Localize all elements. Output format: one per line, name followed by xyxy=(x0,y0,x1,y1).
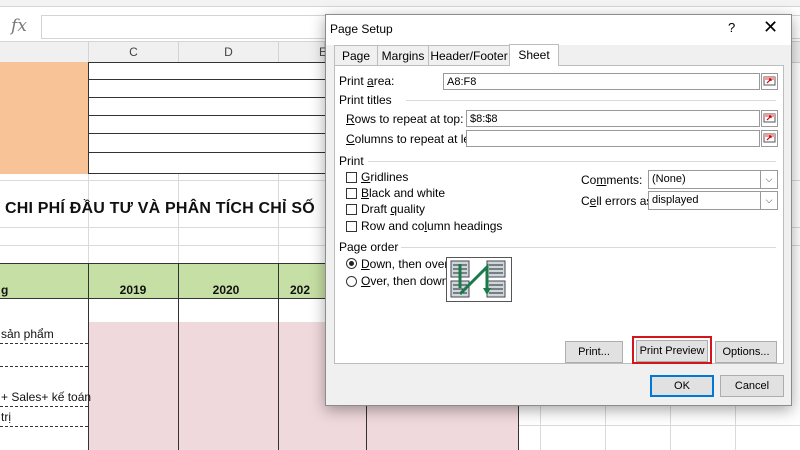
close-icon[interactable]: ✕ xyxy=(763,17,778,38)
comments-select[interactable]: (None) ⌵ xyxy=(648,170,778,189)
dotted-border xyxy=(0,366,88,367)
row-col-headings-label: Row and column headings xyxy=(361,219,503,233)
year-header: 2019 xyxy=(119,283,147,297)
table-border xyxy=(88,173,328,174)
page-setup-dialog: Page Setup ? ✕ Page Margins Header/Foote… xyxy=(325,14,792,406)
cell-errors-value: displayed xyxy=(652,194,699,206)
gridlines-label: Gridlines xyxy=(361,170,409,184)
rows-repeat-label: Rows to repeat at top: xyxy=(346,112,464,126)
section-divider xyxy=(401,247,776,248)
year-header: 2020 xyxy=(212,283,240,297)
draft-quality-checkbox[interactable] xyxy=(346,204,357,215)
collapse-dialog-icon[interactable] xyxy=(761,130,778,147)
gridlines-checkbox[interactable] xyxy=(346,172,357,183)
page-order-preview-icon xyxy=(446,257,512,302)
chevron-down-icon: ⌵ xyxy=(760,192,777,209)
grid-line xyxy=(670,404,671,450)
grid-line xyxy=(88,174,89,264)
column-header-d[interactable]: D xyxy=(179,42,279,62)
page-order-label: Page order xyxy=(339,240,399,254)
fx-icon[interactable]: fx xyxy=(0,11,38,41)
tab-page[interactable]: Page xyxy=(334,45,378,66)
comments-value: (None) xyxy=(652,173,686,185)
black-white-label: Black and white xyxy=(361,186,446,200)
dotted-border xyxy=(0,406,88,407)
ok-button[interactable]: OK xyxy=(650,375,714,397)
table-border xyxy=(88,152,328,153)
grid-line xyxy=(518,425,800,426)
grid-line xyxy=(278,174,279,264)
chevron-down-icon: ⌵ xyxy=(760,171,777,188)
cols-repeat-field[interactable] xyxy=(466,130,760,147)
table-border xyxy=(88,79,328,80)
cols-repeat-label: Columns to repeat at left: xyxy=(346,132,481,146)
tab-margins[interactable]: Margins xyxy=(377,45,429,66)
header-partial-text: g xyxy=(1,283,9,297)
table-border xyxy=(88,97,328,98)
print-titles-label: Print titles xyxy=(339,93,392,107)
grid-line xyxy=(605,404,606,450)
rows-repeat-field[interactable]: $8:$8 xyxy=(466,110,760,127)
column-header-e[interactable]: E xyxy=(279,42,327,62)
collapse-dialog-icon[interactable] xyxy=(761,110,778,127)
table-border xyxy=(88,62,328,63)
cell-errors-label: Cell errors as: xyxy=(581,194,656,208)
row-col-headings-checkbox[interactable] xyxy=(346,221,357,232)
column-header-blank[interactable] xyxy=(0,42,89,62)
table-border xyxy=(88,133,328,134)
print-button[interactable]: Print... xyxy=(565,341,623,363)
orange-cell[interactable] xyxy=(0,62,89,174)
dialog-titlebar[interactable] xyxy=(326,15,791,45)
section-divider xyxy=(368,161,776,162)
collapse-dialog-icon[interactable] xyxy=(761,73,778,90)
comments-label: Comments: xyxy=(581,173,643,187)
down-then-over-label: Down, then over xyxy=(361,257,449,271)
cancel-button[interactable]: Cancel xyxy=(720,375,784,397)
black-white-checkbox[interactable] xyxy=(346,188,357,199)
dotted-border xyxy=(0,343,88,344)
table-border xyxy=(88,115,328,116)
print-preview-button[interactable]: Print Preview xyxy=(636,340,708,362)
table-border xyxy=(278,322,279,450)
grid-line xyxy=(540,404,541,450)
column-header-c[interactable]: C xyxy=(89,42,179,62)
print-section-label: Print xyxy=(339,154,364,168)
grid-line xyxy=(178,174,179,264)
row-label: sản phẩm xyxy=(1,327,54,341)
ribbon-strip xyxy=(0,0,800,7)
down-then-over-radio[interactable] xyxy=(346,258,357,269)
over-then-down-label: Over, then down xyxy=(361,274,449,288)
tab-header-footer[interactable]: Header/Footer xyxy=(428,45,510,66)
print-area-field[interactable]: A8:F8 xyxy=(443,73,760,90)
tab-sheet[interactable]: Sheet xyxy=(509,44,559,66)
over-then-down-radio[interactable] xyxy=(346,276,357,287)
sheet-title: CHI PHÍ ĐẦU TƯ VÀ PHÂN TÍCH CHỈ SỐ xyxy=(5,200,315,217)
help-button[interactable]: ? xyxy=(728,20,735,35)
dialog-title: Page Setup xyxy=(330,22,393,36)
dotted-border xyxy=(0,426,88,427)
row-label: trị xyxy=(1,410,11,424)
section-divider xyxy=(406,100,776,101)
table-border xyxy=(178,322,179,450)
draft-quality-label: Draft quality xyxy=(361,202,426,216)
options-button[interactable]: Options... xyxy=(715,341,777,363)
grid-line xyxy=(735,404,736,450)
row-label: + Sales+ kế toán xyxy=(1,390,92,404)
print-area-label: Print area: xyxy=(339,74,395,88)
cell-errors-select[interactable]: displayed ⌵ xyxy=(648,191,778,210)
